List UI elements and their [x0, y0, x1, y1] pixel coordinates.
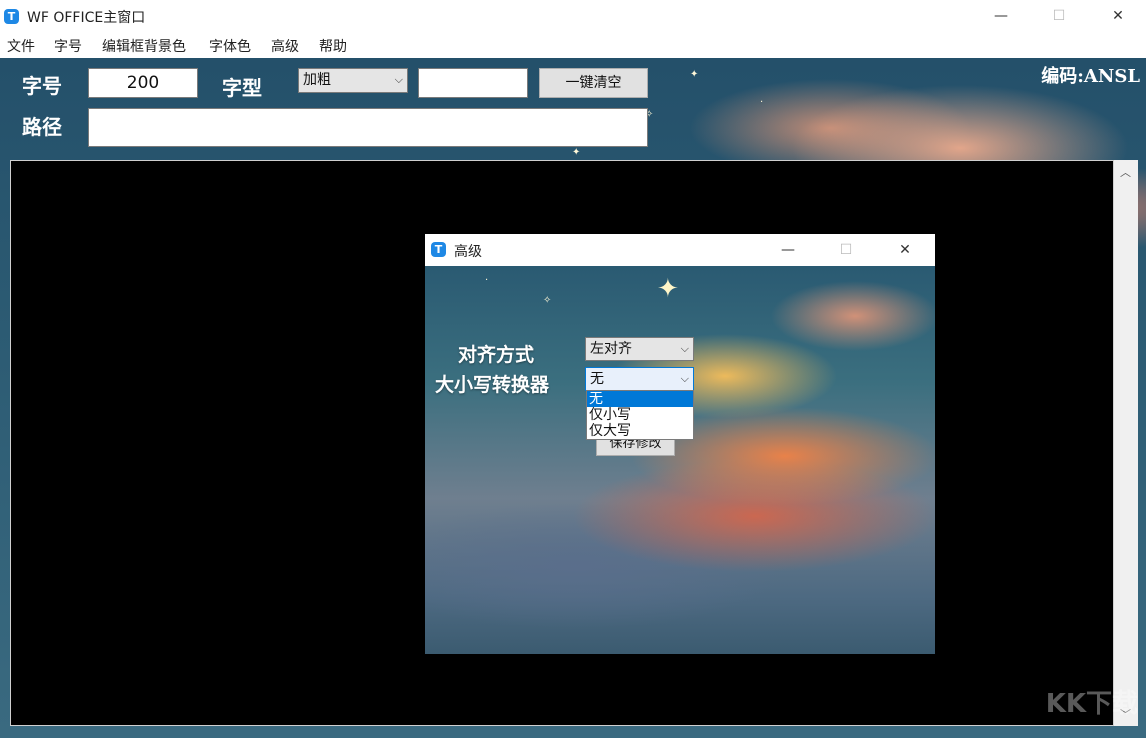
font-size-label: 字号 — [22, 74, 62, 98]
scroll-up-icon[interactable]: ︿ — [1120, 164, 1131, 180]
main-title-bar: T WF OFFICE主窗口 — ☐ ✕ — [0, 0, 1146, 32]
maximize-button[interactable]: ☐ — [1036, 0, 1082, 32]
menu-font-size[interactable]: 字号 — [54, 36, 82, 56]
menu-advanced[interactable]: 高级 — [271, 36, 299, 56]
align-value: 左对齐 — [590, 341, 632, 357]
star-decoration: ✦ — [657, 274, 679, 304]
star-decoration: · — [760, 97, 764, 108]
vertical-scrollbar[interactable]: ︿ ﹀ — [1114, 160, 1138, 726]
dialog-title: 高级 — [454, 244, 482, 260]
path-input[interactable] — [88, 108, 648, 147]
app-icon: T — [4, 9, 19, 24]
star-decoration: ✦ — [690, 69, 699, 80]
menu-help[interactable]: 帮助 — [319, 36, 347, 56]
dialog-title-bar: T 高级 — ☐ ✕ — [425, 234, 935, 266]
dialog-maximize-button[interactable]: ☐ — [823, 234, 869, 266]
case-converter-label: 大小写转换器 — [435, 374, 550, 396]
star-decoration: · — [485, 275, 489, 286]
dialog-minimize-button[interactable]: — — [765, 234, 811, 266]
case-converter-select[interactable]: 无 ⌵ — [585, 367, 694, 391]
encoding-label: 编码:ANSL — [1041, 66, 1140, 87]
dialog-body: ✦ ✧ · — [425, 266, 935, 654]
align-label: 对齐方式 — [458, 344, 535, 366]
chevron-down-icon: ⌵ — [680, 372, 689, 385]
clear-all-button[interactable]: 一键清空 — [539, 68, 648, 98]
font-style-label: 字型 — [222, 76, 262, 100]
case-option[interactable]: 仅小写 — [587, 407, 693, 423]
advanced-dialog: T 高级 — ☐ ✕ ✦ ✧ · — [425, 234, 935, 654]
close-button[interactable]: ✕ — [1095, 0, 1141, 32]
menu-font-color[interactable]: 字体色 — [209, 36, 251, 56]
font-style-select[interactable]: 加粗 ⌵ — [298, 68, 408, 93]
watermark: KK下载 — [1045, 689, 1138, 719]
path-label: 路径 — [22, 115, 62, 139]
font-size-input[interactable]: 200 — [88, 68, 198, 98]
menu-file[interactable]: 文件 — [7, 36, 35, 56]
extra-input[interactable] — [418, 68, 528, 98]
menu-editor-bg-color[interactable]: 编辑框背景色 — [102, 36, 186, 56]
star-decoration: ✦ — [572, 147, 581, 158]
case-option[interactable]: 无 — [587, 391, 693, 407]
dialog-close-button[interactable]: ✕ — [882, 234, 928, 266]
chevron-down-icon: ⌵ — [680, 342, 689, 355]
align-select[interactable]: 左对齐 ⌵ — [585, 337, 694, 361]
menu-bar: 文件 字号 编辑框背景色 字体色 高级 帮助 — [0, 32, 1146, 58]
font-style-value: 加粗 — [303, 72, 331, 88]
star-decoration: ✧ — [543, 295, 552, 306]
minimize-button[interactable]: — — [978, 0, 1024, 32]
case-value: 无 — [590, 371, 604, 387]
case-option[interactable]: 仅大写 — [587, 423, 693, 439]
window-title: WF OFFICE主窗口 — [27, 10, 146, 26]
case-dropdown-list[interactable]: 无 仅小写 仅大写 — [586, 390, 694, 440]
chevron-down-icon: ⌵ — [394, 73, 403, 86]
dialog-app-icon: T — [431, 242, 446, 257]
